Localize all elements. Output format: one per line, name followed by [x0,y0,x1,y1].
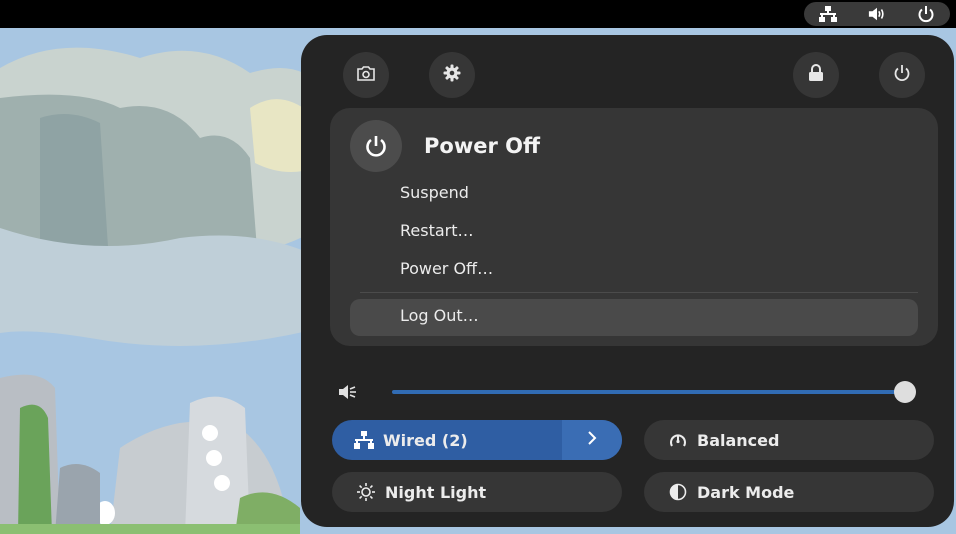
wired-label: Wired (2) [383,430,468,450]
suspend-item[interactable]: Suspend [400,182,469,204]
wired-submenu-arrow[interactable] [562,420,622,460]
lock-icon [808,64,824,86]
power-profile-balanced-icon [668,430,688,450]
log-out-label: Log Out… [400,306,479,325]
dark-mode-icon [668,482,688,502]
restart-item[interactable]: Restart… [400,220,474,242]
power-mode-toggle[interactable]: Balanced [644,420,934,460]
volume-slider-row [338,380,926,404]
settings-icon [443,64,461,86]
log-out-item[interactable]: Log Out… [350,299,918,336]
night-light-toggle[interactable]: Night Light [332,472,622,512]
power-icon [917,5,935,23]
settings-button[interactable] [429,52,475,98]
volume-slider-knob[interactable] [894,381,916,403]
power-off-header: Power Off [350,120,540,172]
system-status-area[interactable] [804,2,950,26]
network-wired-icon [354,430,374,450]
night-light-label: Night Light [385,482,487,502]
power-off-title: Power Off [424,134,540,158]
volume-slider-track[interactable] [392,390,904,394]
power-icon [893,64,911,86]
power-icon [350,120,402,172]
wired-toggle[interactable]: Wired (2) [332,420,622,460]
screenshot-button[interactable] [343,52,389,98]
night-light-icon [356,482,376,502]
chevron-right-icon [586,430,598,450]
dark-mode-toggle[interactable]: Dark Mode [644,472,934,512]
power-mode-label: Balanced [697,430,780,450]
lock-button[interactable] [793,52,839,98]
network-wired-icon [819,5,838,23]
power-off-item[interactable]: Power Off… [400,258,493,280]
volume-icon[interactable] [338,383,358,405]
power-menu-button[interactable] [879,52,925,98]
screenshot-icon [357,65,375,85]
dark-mode-label: Dark Mode [697,482,795,502]
menu-separator [360,292,918,293]
volume-icon [868,5,886,23]
top-bar [0,0,956,28]
power-off-submenu: Power Off Suspend Restart… Power Off… Lo… [330,108,938,346]
wired-toggle-main[interactable]: Wired (2) [332,420,560,460]
quick-settings-menu: Power Off Suspend Restart… Power Off… Lo… [301,35,954,527]
